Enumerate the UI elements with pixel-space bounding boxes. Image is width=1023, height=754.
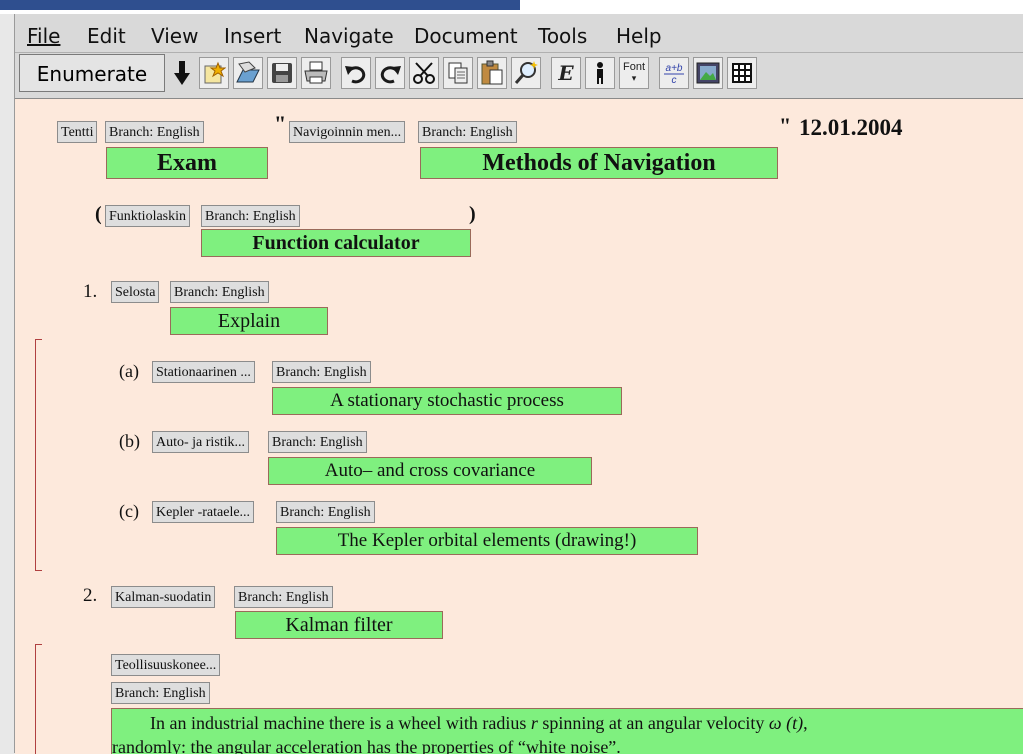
- course-branch-tag[interactable]: Branch: English: [418, 121, 517, 143]
- paste-icon[interactable]: [477, 57, 507, 89]
- item-label: (a): [119, 361, 139, 381]
- menu-edit-label: Edit: [87, 24, 126, 48]
- list-bracket: [35, 644, 42, 754]
- course-title[interactable]: Methods of Navigation: [420, 147, 778, 179]
- menu-tools-label: Tools: [538, 24, 588, 48]
- open-paren: (: [95, 203, 102, 225]
- item-a-tag[interactable]: Stationaarinen ...: [152, 361, 255, 383]
- menu-tools[interactable]: Tools: [538, 24, 587, 48]
- new-document-icon[interactable]: [199, 57, 229, 89]
- enumerate-select[interactable]: Enumerate: [19, 54, 165, 92]
- question-number: 2.: [83, 585, 98, 606]
- undo-icon[interactable]: [341, 57, 371, 89]
- font-arrow-icon: ▾: [631, 73, 637, 83]
- paragraph-text: ,: [803, 713, 808, 733]
- item-label: (b): [119, 431, 140, 451]
- item-c-text[interactable]: The Kepler orbital elements (drawing!): [276, 527, 698, 555]
- image-icon[interactable]: [693, 57, 723, 89]
- copy-icon[interactable]: [443, 57, 473, 89]
- redo-icon[interactable]: [375, 57, 405, 89]
- paragraph-text: In an industrial machine there is a whee…: [150, 713, 527, 733]
- item-a-branch-tag[interactable]: Branch: English: [272, 361, 371, 383]
- menu-bar: File Edit View Insert Navigate Document …: [15, 18, 1023, 53]
- item-label: (c): [119, 501, 139, 521]
- toolbar: Enumerate E Font ▾ a+b c: [19, 54, 1023, 96]
- menu-document-label: Document: [414, 24, 518, 48]
- person-icon[interactable]: [585, 57, 615, 89]
- aid-text[interactable]: Function calculator: [201, 229, 471, 257]
- q1-branch-tag[interactable]: Branch: English: [170, 281, 269, 303]
- item-b-text[interactable]: Auto– and cross covariance: [268, 457, 592, 485]
- menu-insert-label: Insert: [224, 24, 282, 48]
- item-c-tag[interactable]: Kepler -rataele...: [152, 501, 255, 523]
- search-icon[interactable]: [511, 57, 541, 89]
- variable-omega: ω (t): [768, 713, 804, 733]
- menu-insert[interactable]: Insert: [224, 24, 281, 48]
- save-icon[interactable]: [267, 57, 297, 89]
- svg-text:c: c: [672, 75, 677, 85]
- table-icon[interactable]: [727, 57, 757, 89]
- paragraph-line: In an industrial machine there is a whee…: [150, 711, 1023, 735]
- q1-text[interactable]: Explain: [170, 307, 328, 335]
- paragraph-text: randomly: the angular acceleration has t…: [112, 737, 621, 754]
- paragraph-text: spinning at an angular velocity: [542, 713, 765, 733]
- q2-sub-tag[interactable]: Teollisuuskonee...: [111, 654, 221, 676]
- aid-branch-tag[interactable]: Branch: English: [201, 205, 300, 227]
- q2-branch-tag[interactable]: Branch: English: [234, 586, 333, 608]
- exam-tag[interactable]: Tentti: [57, 121, 98, 143]
- menu-help[interactable]: Help: [616, 24, 662, 48]
- exam-branch-tag[interactable]: Branch: English: [105, 121, 204, 143]
- quote-mark: ": [274, 111, 287, 136]
- fraction-icon[interactable]: a+b c: [659, 57, 689, 89]
- menu-view[interactable]: View: [151, 24, 198, 48]
- close-paren: ): [469, 203, 476, 225]
- q2-tag[interactable]: Kalman-suodatin: [111, 586, 216, 608]
- exam-date: 12.01.2004: [799, 115, 903, 140]
- q2-paragraph[interactable]: In an industrial machine there is a whee…: [111, 708, 1023, 754]
- q1-tag[interactable]: Selosta: [111, 281, 160, 303]
- menu-file-label: File: [27, 24, 61, 48]
- menu-file[interactable]: File: [27, 24, 60, 48]
- font-button-label: Font: [622, 61, 645, 73]
- open-document-icon[interactable]: [233, 57, 263, 89]
- menu-view-label: View: [151, 24, 199, 48]
- down-arrow-icon[interactable]: [167, 57, 197, 89]
- q2-text[interactable]: Kalman filter: [235, 611, 443, 639]
- item-b-tag[interactable]: Auto- ja ristik...: [152, 431, 250, 453]
- menu-document[interactable]: Document: [414, 24, 518, 48]
- course-tag[interactable]: Navigoinnin men...: [289, 121, 406, 143]
- paragraph-line: randomly: the angular acceleration has t…: [112, 735, 1023, 754]
- q2-sub-branch-tag[interactable]: Branch: English: [111, 682, 210, 704]
- cut-icon[interactable]: [409, 57, 439, 89]
- list-bracket: [35, 339, 42, 571]
- app-window: File Edit View Insert Navigate Document …: [14, 14, 1023, 754]
- menu-navigate-label: Navigate: [304, 24, 394, 48]
- item-a-text[interactable]: A stationary stochastic process: [272, 387, 622, 415]
- exam-title[interactable]: Exam: [106, 147, 268, 179]
- item-b-branch-tag[interactable]: Branch: English: [268, 431, 367, 453]
- quote-mark: ": [779, 113, 792, 138]
- svg-text:a+b: a+b: [666, 63, 683, 74]
- title-bar-fill: [0, 0, 520, 10]
- menu-edit[interactable]: Edit: [87, 24, 126, 48]
- question-number: 1.: [83, 281, 98, 302]
- variable-r: r: [530, 713, 538, 733]
- window-title-bar: [0, 0, 1023, 14]
- emphasize-button[interactable]: E: [551, 57, 581, 89]
- menu-help-label: Help: [616, 24, 662, 48]
- item-c-branch-tag[interactable]: Branch: English: [276, 501, 375, 523]
- aid-tag[interactable]: Funktiolaskin: [105, 205, 191, 227]
- menu-navigate[interactable]: Navigate: [304, 24, 394, 48]
- print-icon[interactable]: [301, 57, 331, 89]
- font-button[interactable]: Font ▾: [619, 57, 649, 89]
- document-area[interactable]: Tentti Branch: English " Navigoinnin men…: [15, 98, 1023, 754]
